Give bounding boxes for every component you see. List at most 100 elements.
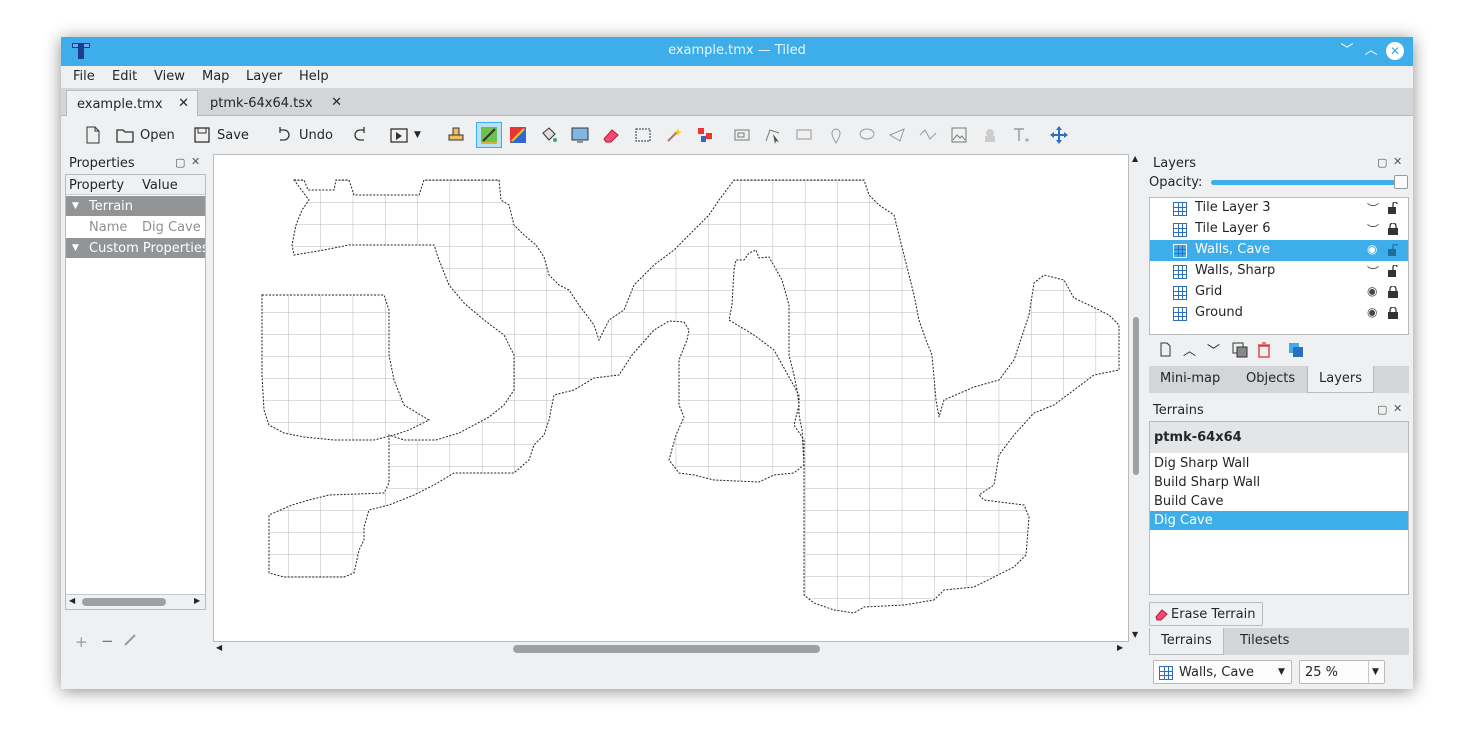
insert-ellipse-tool[interactable] <box>857 122 877 148</box>
terrain-item[interactable]: Build Sharp Wall <box>1150 473 1408 492</box>
redo-button[interactable] <box>350 122 370 148</box>
layer-row[interactable]: Ground ◉ <box>1150 303 1408 324</box>
save-button[interactable]: Save <box>192 122 249 148</box>
raise-layer-icon[interactable]: ︿ <box>1183 340 1196 359</box>
menu-help[interactable]: Help <box>299 69 329 84</box>
eye-closed-icon[interactable]: ︶ <box>1367 200 1379 217</box>
opacity-slider[interactable] <box>1211 180 1401 185</box>
select-objects-tool[interactable] <box>732 122 752 148</box>
tab-layers[interactable]: Layers <box>1307 366 1375 393</box>
layer-row[interactable]: Walls, Sharp ︶ <box>1150 261 1408 282</box>
scroll-right-icon[interactable]: ▶ <box>1117 643 1123 652</box>
rename-property-icon[interactable] <box>123 633 137 647</box>
float-icon[interactable]: ▢ <box>1377 156 1387 169</box>
menu-map[interactable]: Map <box>202 69 229 84</box>
wang-brush-tool[interactable] <box>508 122 528 148</box>
opacity-slider-handle[interactable] <box>1394 175 1408 189</box>
eye-icon[interactable]: ◉ <box>1367 284 1377 298</box>
insert-polygon-tool[interactable] <box>887 122 907 148</box>
map-canvas[interactable] <box>213 154 1129 642</box>
map-hscrollbar[interactable]: ◀ ▶ <box>213 642 1129 656</box>
float-icon[interactable]: ▢ <box>1377 403 1387 416</box>
tab-objects[interactable]: Objects <box>1235 366 1306 393</box>
close-icon[interactable]: ✕ <box>1393 402 1402 415</box>
layer-row[interactable]: Tile Layer 6 ︶ <box>1150 219 1408 240</box>
properties-hscrollbar[interactable]: ◀ ▶ <box>66 594 205 609</box>
open-button[interactable]: Open <box>115 122 175 148</box>
maximize-button[interactable]: ︿ <box>1362 42 1380 60</box>
eye-icon[interactable]: ◉ <box>1367 242 1377 256</box>
insert-rectangle-tool[interactable] <box>794 122 814 148</box>
layer-row-selected[interactable]: Walls, Cave ◉ <box>1150 240 1408 261</box>
unlock-icon[interactable] <box>1388 244 1398 256</box>
tab-ptmk-tsx[interactable]: ptmk-64x64.tsx ✕ <box>200 90 350 116</box>
close-icon[interactable]: ✕ <box>191 155 200 168</box>
eye-closed-icon[interactable]: ︶ <box>1367 221 1379 238</box>
tab-example-tmx[interactable]: example.tmx ✕ <box>66 90 198 116</box>
command-button[interactable]: ▼ <box>389 122 421 148</box>
erase-terrain-button[interactable]: Erase Terrain <box>1149 602 1263 626</box>
insert-text-tool[interactable] <box>1011 122 1031 148</box>
layer-offset-tool[interactable] <box>1049 122 1069 148</box>
insert-point-tool[interactable] <box>826 122 846 148</box>
new-layer-icon[interactable] <box>1158 342 1174 358</box>
scroll-left-icon[interactable]: ◀ <box>216 643 222 652</box>
remove-property-icon[interactable]: − <box>101 632 114 650</box>
eye-icon[interactable]: ◉ <box>1367 305 1377 319</box>
lock-icon[interactable] <box>1388 307 1398 319</box>
eraser-tool[interactable] <box>601 122 621 148</box>
undo-button[interactable]: Undo <box>274 122 333 148</box>
edit-polygons-tool[interactable] <box>763 122 783 148</box>
duplicate-layer-icon[interactable] <box>1232 342 1248 358</box>
scroll-right-icon[interactable]: ▶ <box>194 596 200 605</box>
layer-combo[interactable]: Walls, Cave ▼ <box>1153 660 1292 684</box>
eye-closed-icon[interactable]: ︶ <box>1367 263 1379 280</box>
value-column-header[interactable]: Value <box>142 178 178 193</box>
lower-layer-icon[interactable]: ﹀ <box>1207 340 1220 359</box>
tab-close-icon[interactable]: ✕ <box>331 95 342 110</box>
terrain-item[interactable]: Dig Sharp Wall <box>1150 454 1408 473</box>
menu-edit[interactable]: Edit <box>112 69 137 84</box>
tab-minimap[interactable]: Mini-map <box>1149 366 1231 393</box>
tab-terrains[interactable]: Terrains <box>1149 628 1224 655</box>
select-same-tile-tool[interactable] <box>695 122 715 148</box>
unlock-icon[interactable] <box>1388 265 1398 277</box>
new-button[interactable] <box>83 122 103 148</box>
terrain-item-selected[interactable]: Dig Cave <box>1150 511 1408 530</box>
zoom-combo[interactable]: 25 % ▼ <box>1299 660 1385 684</box>
group-terrain[interactable]: ▼ Terrain <box>66 196 205 216</box>
add-property-icon[interactable]: + <box>75 633 88 651</box>
scroll-down-icon[interactable]: ▼ <box>1132 630 1138 639</box>
toggle-other-layers-icon[interactable] <box>1288 342 1304 358</box>
magic-wand-tool[interactable] <box>664 122 684 148</box>
property-row-name[interactable]: Name Dig Cave <box>66 217 205 238</box>
menu-file[interactable]: File <box>73 69 95 84</box>
close-window-button[interactable]: ✕ <box>1386 42 1404 60</box>
insert-tile-tool[interactable] <box>949 122 969 148</box>
terrain-item[interactable]: Build Cave <box>1150 492 1408 511</box>
scroll-left-icon[interactable]: ◀ <box>69 596 75 605</box>
lock-icon[interactable] <box>1388 286 1398 298</box>
hscroll-thumb[interactable] <box>513 645 820 653</box>
insert-polyline-tool[interactable] <box>918 122 938 148</box>
rect-select-tool[interactable] <box>633 122 653 148</box>
stamp-tool[interactable] <box>446 122 466 148</box>
terrain-brush-tool[interactable] <box>476 122 502 148</box>
tab-close-icon[interactable]: ✕ <box>178 96 189 111</box>
unlock-icon[interactable] <box>1388 202 1398 214</box>
dropdown-arrow-icon[interactable]: ▼ <box>414 130 421 140</box>
insert-template-tool[interactable] <box>980 122 1000 148</box>
layer-row[interactable]: Tile Layer 3 ︶ <box>1150 198 1408 219</box>
vscroll-thumb[interactable] <box>1133 317 1139 475</box>
minimize-button[interactable]: ﹀ <box>1338 42 1356 60</box>
bucket-fill-tool[interactable] <box>539 122 559 148</box>
close-icon[interactable]: ✕ <box>1393 155 1402 168</box>
layer-row[interactable]: Grid ◉ <box>1150 282 1408 303</box>
menu-layer[interactable]: Layer <box>246 69 282 84</box>
scroll-thumb[interactable] <box>82 598 166 606</box>
property-column-header[interactable]: Property <box>69 178 124 193</box>
lock-icon[interactable] <box>1388 223 1398 235</box>
group-custom-properties[interactable]: ▼ Custom Properties <box>66 238 205 258</box>
map-vscrollbar[interactable]: ▲ ▼ <box>1130 154 1142 642</box>
scroll-up-icon[interactable]: ▲ <box>1132 154 1138 163</box>
